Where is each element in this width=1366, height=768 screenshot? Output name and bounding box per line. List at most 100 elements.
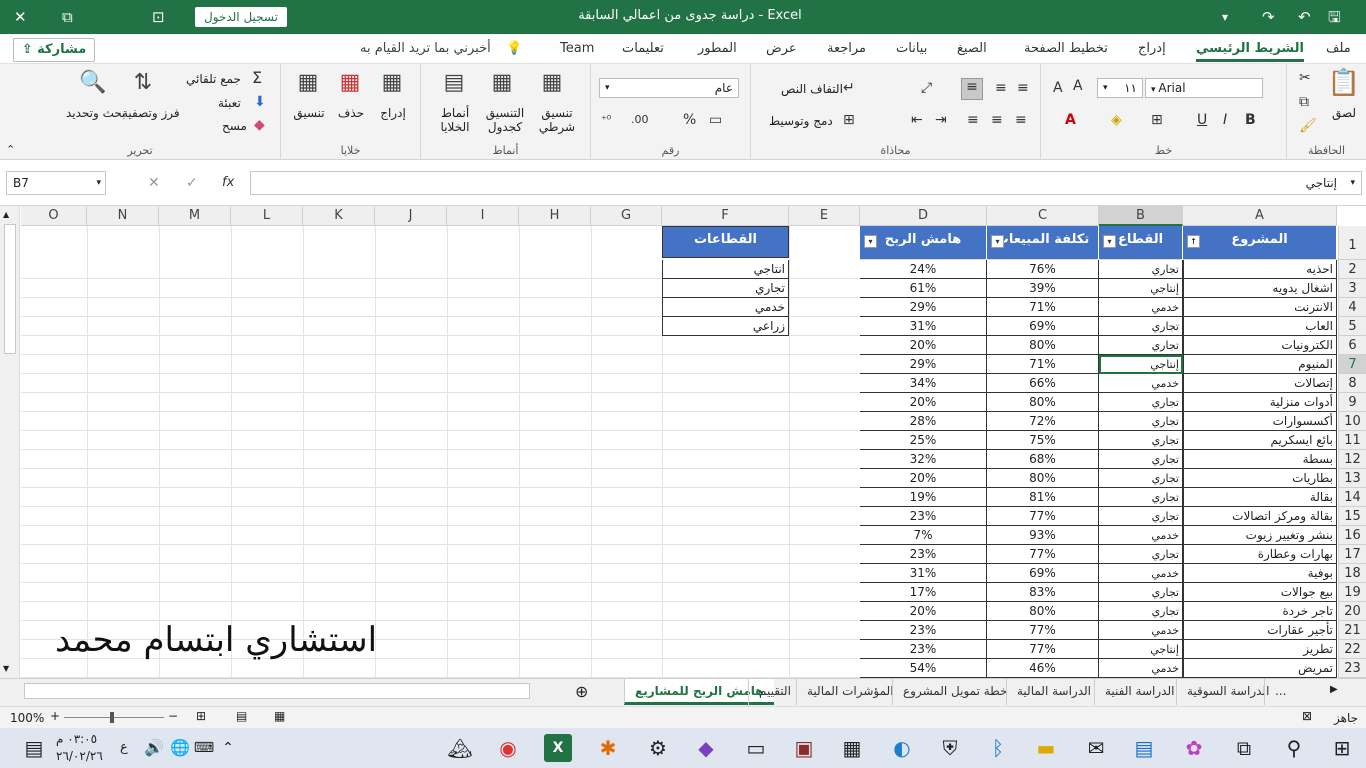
cell-a-7[interactable]: المنيوم <box>1183 355 1337 374</box>
page-layout-view-icon[interactable]: ▤ <box>236 709 247 723</box>
cell-b-3[interactable]: إنتاجي <box>1099 279 1183 298</box>
cell-d-19[interactable]: 17% <box>860 583 987 602</box>
column-header-k[interactable]: K <box>303 206 375 226</box>
row-header[interactable]: 10 <box>1338 412 1366 431</box>
restore-icon[interactable]: ⧉ <box>62 8 73 26</box>
column-header-c[interactable]: C <box>987 206 1099 226</box>
cell-d-21[interactable]: 23% <box>860 621 987 640</box>
font-color-icon[interactable]: A <box>1065 112 1076 128</box>
row-header[interactable]: 1 <box>1338 226 1366 260</box>
enter-icon[interactable]: ✓ <box>186 175 198 191</box>
cell-c-17[interactable]: 77% <box>987 545 1099 564</box>
mail-app-icon[interactable]: ✉ <box>1082 734 1110 762</box>
cell-c-8[interactable]: 66% <box>987 374 1099 393</box>
column-header-l[interactable]: L <box>231 206 303 226</box>
bold-button[interactable]: B <box>1245 112 1256 128</box>
sheet-tab-financial-study[interactable]: الدراسة المالية <box>1006 679 1101 705</box>
format-button[interactable]: تنسيق <box>291 106 327 120</box>
name-box[interactable]: B7 ▾ <box>6 171 106 195</box>
cell-a-11[interactable]: بائع ايسكريم <box>1183 431 1337 450</box>
row-header[interactable]: 11 <box>1338 431 1366 450</box>
excel-app-icon[interactable]: X <box>544 734 572 762</box>
cell-d-7[interactable]: 29% <box>860 355 987 374</box>
insert-function-icon[interactable]: fx <box>222 175 234 191</box>
cell-c-21[interactable]: 77% <box>987 621 1099 640</box>
cell-c-11[interactable]: 75% <box>987 431 1099 450</box>
cell-c-22[interactable]: 77% <box>987 640 1099 659</box>
cell-a-6[interactable]: الكترونيات <box>1183 336 1337 355</box>
cell-a-18[interactable]: بوفية <box>1183 564 1337 583</box>
cell-d-15[interactable]: 23% <box>860 507 987 526</box>
merge-center-button[interactable]: دمج وتوسيط <box>769 114 833 128</box>
cell-c-14[interactable]: 81% <box>987 488 1099 507</box>
row-header[interactable]: 9 <box>1338 393 1366 412</box>
accessibility-icon[interactable]: ⊠ <box>1302 709 1312 723</box>
cell-d-4[interactable]: 29% <box>860 298 987 317</box>
cell-c-5[interactable]: 69% <box>987 317 1099 336</box>
cell-a-21[interactable]: تأجير عقارات <box>1183 621 1337 640</box>
copy-icon[interactable]: ⧉ <box>1299 94 1309 110</box>
cell-d-2[interactable]: 24% <box>860 260 987 279</box>
spreadsheet-grid[interactable]: ABCDEFGHIJKLMNO 1 2 3 4 5 6 7 8 9 10 11 12 13 14 15 16 1… <box>0 206 1366 678</box>
cell-a-13[interactable]: بطاريات <box>1183 469 1337 488</box>
cell-b-21[interactable]: خدمي <box>1099 621 1183 640</box>
cell-b-14[interactable]: تجاري <box>1099 488 1183 507</box>
filter-dropdown-icon[interactable]: ▾ <box>991 235 1004 248</box>
column-header-n[interactable]: N <box>87 206 159 226</box>
scroll-down-icon[interactable]: ▼ <box>3 664 9 673</box>
cell-d-12[interactable]: 32% <box>860 450 987 469</box>
clear-button[interactable]: مسح <box>222 119 247 133</box>
normal-view-icon[interactable]: ▦ <box>274 709 285 723</box>
column-header-d[interactable]: D <box>860 206 987 226</box>
row-header[interactable]: 2 <box>1338 260 1366 279</box>
row-header[interactable]: 4 <box>1338 298 1366 317</box>
search-icon[interactable]: ⚲ <box>1280 734 1308 762</box>
paste-button[interactable]: لصق <box>1329 106 1359 120</box>
cell-d-17[interactable]: 23% <box>860 545 987 564</box>
align-right-icon[interactable]: ≡ <box>967 112 979 128</box>
table-header-a[interactable]: المشروع ↑ <box>1183 226 1337 260</box>
volume-icon[interactable]: 🔊 <box>140 734 168 762</box>
chrome-app-icon[interactable]: ◉ <box>494 734 522 762</box>
row-header[interactable]: 12 <box>1338 450 1366 469</box>
fill-color-icon[interactable]: ◈ <box>1111 112 1122 128</box>
row-header[interactable]: 8 <box>1338 374 1366 393</box>
sectors-header[interactable]: القطاعات <box>662 226 789 258</box>
redo-icon[interactable]: ↷ <box>1262 8 1275 26</box>
cell-b-13[interactable]: تجاري <box>1099 469 1183 488</box>
cell-a-20[interactable]: تاجر خردة <box>1183 602 1337 621</box>
cell-a-8[interactable]: إتصالات <box>1183 374 1337 393</box>
cell-b-6[interactable]: تجاري <box>1099 336 1183 355</box>
tab-data[interactable]: بيانات <box>896 41 927 56</box>
cell-c-23[interactable]: 46% <box>987 659 1099 678</box>
photos-app-icon[interactable]: 🏔 <box>446 734 474 762</box>
xampp-app-icon[interactable]: ✱ <box>594 734 622 762</box>
autosum-button[interactable]: جمع تلقائي <box>186 72 241 86</box>
cell-c-13[interactable]: 80% <box>987 469 1099 488</box>
tab-home[interactable]: الشريط الرئيسي <box>1196 41 1304 62</box>
decrease-decimal-icon[interactable]: ⁺⁰ <box>601 112 611 128</box>
cell-d-11[interactable]: 25% <box>860 431 987 450</box>
sector-item[interactable]: تجاري <box>662 279 789 298</box>
file-explorer-app-icon[interactable]: ▬ <box>1032 734 1060 762</box>
column-header-o[interactable]: O <box>21 206 87 226</box>
tell-me-box[interactable]: أخبرني بما تريد القيام به <box>360 41 491 56</box>
increase-decimal-icon[interactable]: .00 <box>631 112 649 128</box>
cell-d-3[interactable]: 61% <box>860 279 987 298</box>
cell-d-10[interactable]: 28% <box>860 412 987 431</box>
row-header[interactable]: 21 <box>1338 621 1366 640</box>
table-header-c[interactable]: تكلفة المبيعات ▾ <box>987 226 1099 260</box>
cell-c-19[interactable]: 83% <box>987 583 1099 602</box>
sheet-tab-financing-plan[interactable]: خطة تمويل المشروع <box>892 679 1017 705</box>
zoom-out-icon[interactable]: − <box>168 709 178 723</box>
cell-c-6[interactable]: 80% <box>987 336 1099 355</box>
row-header[interactable]: 18 <box>1338 564 1366 583</box>
cell-c-9[interactable]: 80% <box>987 393 1099 412</box>
cell-b-5[interactable]: تجاري <box>1099 317 1183 336</box>
cell-b-10[interactable]: تجاري <box>1099 412 1183 431</box>
row-header[interactable]: 3 <box>1338 279 1366 298</box>
cell-d-8[interactable]: 34% <box>860 374 987 393</box>
insert-button[interactable]: إدراج <box>379 106 407 120</box>
cell-c-20[interactable]: 80% <box>987 602 1099 621</box>
cell-d-13[interactable]: 20% <box>860 469 987 488</box>
